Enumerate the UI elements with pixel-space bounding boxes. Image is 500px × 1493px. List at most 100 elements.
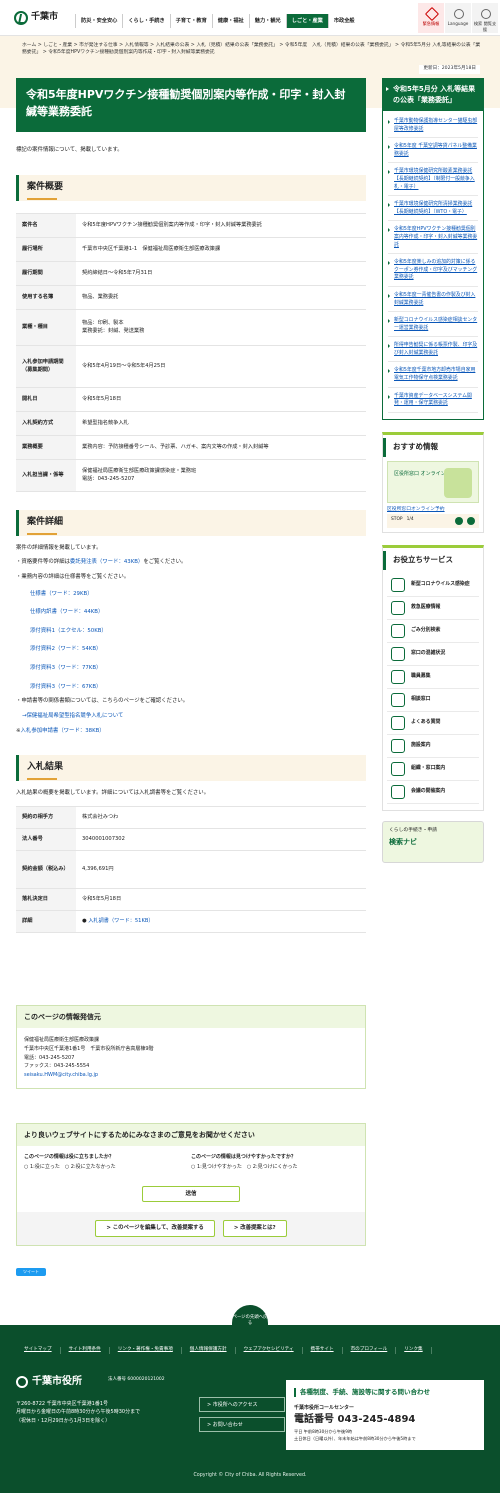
nav-kenkou[interactable]: 健康・福祉 [211,14,249,28]
attachment1-link[interactable]: 添付資料1（エクセル：50KB） [30,628,107,634]
service-item[interactable]: 窓口の混雑状況 [387,643,479,666]
main-content: 標記の案件情報について、掲載しています。 案件概要 案件名 令和5年度HPVワクチ… [16,140,366,933]
owner-dept: 保健福祉局医療衛生部医療政策課 [24,1037,100,1044]
site-header: 千葉市 防災・安全安心 くらし・手続き 子育て・教育 健康・福祉 魅力・観光 し… [0,0,500,36]
footer-info: 千葉市役所 法人番号 6000020121002 〒260-8722 千葉市中央… [16,1375,285,1432]
nav-shisei[interactable]: 市政全般 [327,14,360,28]
attachment2-link[interactable]: 添付資料2（ワード：54KB） [30,646,101,652]
nav-kosodate[interactable]: 子育て・教育 [169,14,212,28]
footer-link[interactable]: 市のプロフィール [343,1347,397,1354]
table-row: 履行場所 千葉市中央区千葉港1-1 保健福祉局医療衛生部医療政策課 [16,236,366,262]
result-doc-link[interactable]: 入札調書（ワード：51KB） [88,918,153,924]
qualification-doc-link[interactable]: 委託発注表（ワード：43KB） [70,559,143,565]
tweet-button[interactable]: ツイート [16,1268,46,1276]
attachment3-link[interactable]: 添付資料3（ワード：77KB） [30,665,101,671]
language-button[interactable]: Language [445,3,471,33]
question-icon [391,715,405,730]
sidebar-item[interactable]: 令和5年度一青催告書の作製及び封入封緘業務委託 [388,287,478,313]
sidebar-item[interactable]: 令和5年度千葉市地方卸売市場自家用電気工作物保守点検業務委託 [388,362,478,388]
related-docs-text: ・申請書等の関係書類については、こちらのページをご確認ください。 [16,698,189,705]
sidebar-item[interactable]: 新型コロナウイルス感染症相談センター運営業務委託 [388,312,478,338]
page-owner-heading: このページの情報発信元 [17,1006,365,1029]
related-docs-link[interactable]: →保健福祉局希望型指名競争入札について [22,713,123,719]
result-text: 入札結果の概要を掲載しています。詳細については入札調書等をご覧ください。 [16,790,210,797]
nav-miryoku[interactable]: 魅力・観光 [248,14,286,28]
next-arrow-icon[interactable] [467,516,475,525]
sidebar-item[interactable]: 令和5年度 千葉空調等貸パネル整備業務委託 [388,138,478,164]
contact-button[interactable]: > お問い合わせ [199,1417,285,1432]
what-is-suggest-button[interactable]: > 改善提案とは? [222,1219,287,1238]
spec-doc-link[interactable]: 仕様書（ワード：29KB） [30,591,93,597]
service-item[interactable]: 会議の開催案内 [387,781,479,804]
sidebar: 令和5年5月分 入札等結果の公表「業務委託」 千葉市動物保護指導センター猫駆虫部… [382,78,484,863]
table-row: 契約の相手方 株式会社みつわ [16,805,366,829]
sidebar-heading: 令和5年5月分 入札等結果の公表「業務委託」 [382,78,484,111]
service-item[interactable]: ごみ分別検索 [387,620,479,643]
spec-breakdown-link[interactable]: 仕様内訳書（ワード：44KB） [30,609,103,615]
prev-arrow-icon[interactable] [455,516,463,525]
nav-kurashi[interactable]: くらし・手続き [122,14,169,28]
sidebar-item[interactable]: 所得申告勧奨に係る帳票作製、印字及び封入封緘業務委託 [388,337,478,363]
table-row: 業種・種目 物品：印刷、製本 業務委託：封緘、発送業務 [16,308,366,346]
breadcrumb[interactable]: ホーム > しごと・産業 > 市が発注する仕事 > 入札情報等 > 入札結果の公… [22,42,482,56]
sidebar-item[interactable]: 千葉市動物保護指導センター猫駆虫部屋等改修委託 [388,113,478,139]
attachment3b-link[interactable]: 添付資料3（ワード：67KB） [30,684,101,690]
service-item[interactable]: 新型コロナウイルス感染症 [387,574,479,597]
footer-link[interactable]: リンク集 [396,1347,432,1354]
footer-link[interactable]: 個人情報保護方針 [182,1347,236,1354]
service-item[interactable]: よくある質問 [387,712,479,735]
call-center-name: 千葉市役所コールセンター [294,1405,355,1412]
owner-fax: ファックス：043-245-5554 [24,1063,90,1070]
footer-link[interactable]: サイト利用条件 [61,1347,110,1354]
nav-bousai[interactable]: 防災・安全安心 [75,14,122,28]
service-item[interactable]: 相談窓口 [387,689,479,712]
virus-icon [391,577,405,592]
feedback-q2[interactable]: このページの情報は見つけやすかったですか？ ○ 1:見つけやすかった ○ 2:見つ… [191,1154,358,1172]
sidebar-item[interactable]: 千葉市資産データベースシステム開発・運用・保守業務委託 [388,388,478,413]
service-item[interactable]: 施設案内 [387,735,479,758]
table-row: 案件名 令和5年度HPVワクチン接種勧奨個別案内等作成・印字・封入封緘等業務委託 [16,212,366,238]
page-top-button[interactable]: ページの先頭へ戻る [232,1305,268,1335]
search-navi-banner[interactable]: くらしの手続き・申請 検索ナビ [382,820,484,863]
footer-link[interactable]: 携帯サイト [303,1347,343,1354]
emergency-button[interactable]: 緊急情報 [418,3,444,33]
sidebar-item[interactable]: 令和5年度楽しみの追加的対策に係るクーポン券作成・印字及びマッチング業務委託 [388,254,478,287]
table-row: 開札日 令和5年5月18日 [16,386,366,412]
table-row: 契約金額（税込み） 4,396,691円 [16,849,366,889]
footer-link[interactable]: サイトマップ [16,1347,61,1354]
service-item[interactable]: 職員募集 [387,666,479,689]
table-row: 法人番号 3040001007302 [16,827,366,851]
ambulance-icon [391,600,405,615]
detail-qualification: ・資格要件等の詳細は委託発注表（ワード：43KB）をご覧ください。 [16,559,187,566]
send-button[interactable]: 送信 [142,1185,240,1202]
edit-suggest-button[interactable]: > このページを編集して、改善提案する [95,1219,215,1238]
call-center-hours: 平日 午前8時30分から午後9時 土日休日（日曜以外）、年末年始は午前8時30分… [294,1429,416,1441]
owner-email-link[interactable]: seisaku.HWM@city.chiba.lg.jp [24,1072,98,1078]
access-button[interactable]: > 市役所へのアクセス [199,1397,285,1412]
service-item[interactable]: 組織・窓口案内 [387,758,479,781]
services-heading: お役立ちサービス [383,550,483,570]
recommend-banner[interactable]: 区役所窓口 オンライン予約 [387,460,479,503]
people-icon [391,669,405,684]
call-center-heading: 各種制度、手続、施設等に関する問い合わせ [294,1388,476,1398]
site-logo[interactable]: 千葉市 [14,10,72,25]
nav-shigoto[interactable]: しごと・産業 [285,14,328,28]
copyright: Copyright © City of Chiba. All Rights Re… [193,1473,307,1478]
recommend-heading: おすすめ情報 [383,437,483,457]
footer-link[interactable]: リンク・著作権・免責事項 [110,1347,182,1354]
sidebar-item[interactable]: 千葉市環境保健研究所清掃業務委託【長期継続契約】（WTO・電子） [388,196,478,222]
call-center-phone: 電話番号 043-245-4894 [294,1413,416,1425]
sidebar-item[interactable]: 令和5年度HPVワクチン接種勧奨個別案内等作成・印字・封入封緘等業務委託 [388,221,478,255]
recommend-link[interactable]: 区役所窓口オンライン予約 [387,507,479,514]
table-row: 入札担当課・係等 保健福祉局医療衛生部医療政策課感染症・業務班 電話：043-24… [16,458,366,492]
utility-buttons: 緊急情報 Language 検索 閲覧支援 [418,3,498,33]
search-button[interactable]: 検索 閲覧支援 [472,3,498,33]
feedback-q1[interactable]: このページの情報は役に立ちましたか？ ○ 1:役に立った ○ 2:役に立たなかった [24,1154,191,1172]
updated-date: 更新日：2023年5月18日 [419,65,480,74]
sidebar-item[interactable]: 千葉市環境保健研究所酸素業務委託【長期継続契約】（制限付一般競争入札・電子） [388,163,478,197]
footer-link[interactable]: ウェブアクセシビリティ [236,1347,303,1354]
service-item[interactable]: 救急医療情報 [387,597,479,620]
stop-button[interactable]: STOP [391,517,403,523]
org-icon [391,761,405,776]
application-form-link[interactable]: 入札参加申請書（ワード：38KB） [21,728,105,734]
